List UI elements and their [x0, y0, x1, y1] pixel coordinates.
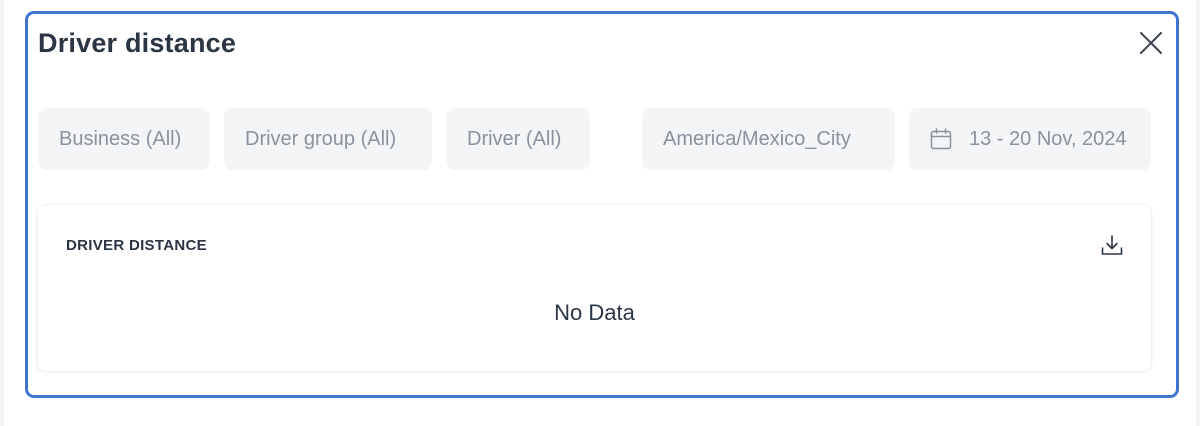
close-button[interactable] [1134, 26, 1168, 60]
business-filter[interactable]: Business (All) [38, 108, 210, 170]
driver-group-filter[interactable]: Driver group (All) [224, 108, 432, 170]
date-range-label: 13 - 20 Nov, 2024 [969, 127, 1127, 150]
close-icon [1140, 32, 1162, 54]
calendar-icon [929, 127, 953, 151]
driver-distance-modal: Driver distance Business (All) Driver gr… [25, 11, 1179, 398]
driver-filter[interactable]: Driver (All) [446, 108, 590, 170]
download-icon [1101, 235, 1123, 255]
card-title: DRIVER DISTANCE [66, 237, 207, 254]
date-range-picker[interactable]: 13 - 20 Nov, 2024 [909, 108, 1151, 170]
timezone-label: America/Mexico_City [663, 127, 851, 150]
driver-filter-label: Driver (All) [467, 127, 562, 150]
modal-title: Driver distance [38, 28, 237, 58]
business-filter-label: Business (All) [59, 127, 182, 150]
driver-distance-card: DRIVER DISTANCE No Data [38, 205, 1151, 371]
download-button[interactable] [1098, 231, 1126, 259]
driver-group-filter-label: Driver group (All) [245, 127, 397, 150]
empty-state-text: No Data [554, 300, 635, 325]
timezone-selector[interactable]: America/Mexico_City [642, 108, 895, 170]
